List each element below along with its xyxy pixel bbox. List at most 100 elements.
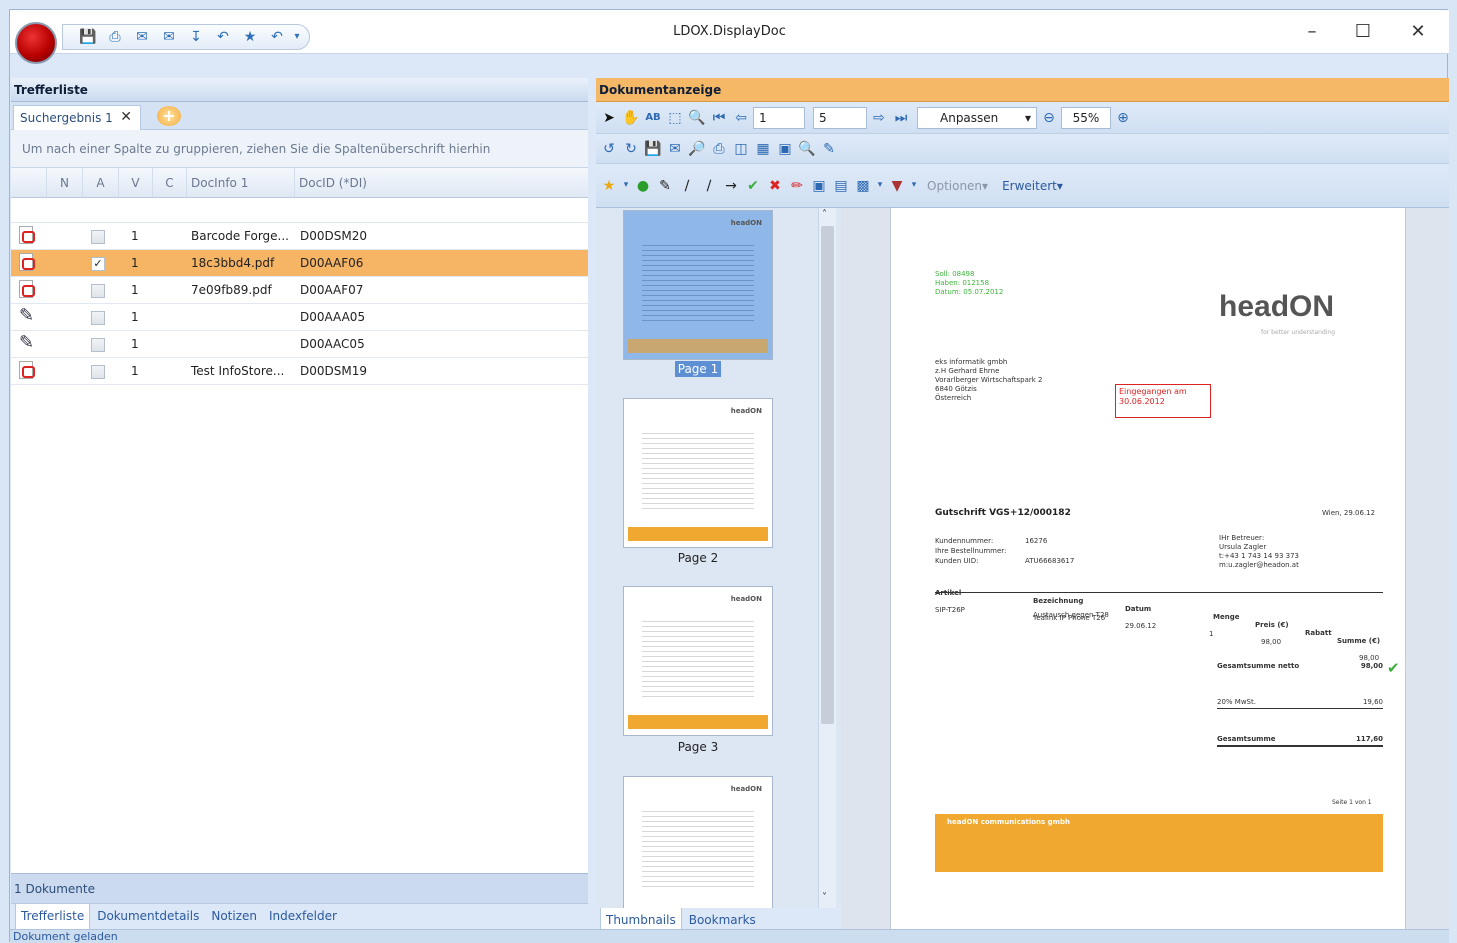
- tab-trefferliste[interactable]: Trefferliste: [15, 904, 91, 931]
- magnifier-icon[interactable]: 🔍: [687, 108, 707, 128]
- highlighter-icon[interactable]: ✏: [787, 176, 807, 196]
- last-page-icon[interactable]: ⏭: [891, 108, 911, 128]
- totals-block: Gesamtsumme netto 98,00 20% MwSt. 19,60 Ge…: [1217, 636, 1383, 771]
- close-tab-icon[interactable]: ✕: [120, 109, 132, 125]
- add-tab-button[interactable]: +: [157, 106, 181, 126]
- maximize-button[interactable]: ☐: [1340, 18, 1386, 46]
- col-c[interactable]: C: [153, 168, 187, 197]
- tab-search-result-1[interactable]: Suchergebnis 1 ✕: [13, 105, 141, 130]
- col-docid[interactable]: DocID (*DI): [295, 168, 395, 197]
- options-menu[interactable]: Optionen▾: [927, 179, 988, 193]
- company-logo: headON: [1219, 290, 1335, 323]
- table-row[interactable]: 1 Barcode Forge... D00DSM20: [11, 223, 588, 250]
- tab-notizen[interactable]: Notizen: [206, 904, 262, 931]
- result-list-header: Trefferliste: [11, 78, 588, 102]
- mail-icon[interactable]: ✉: [665, 139, 685, 159]
- col-icon[interactable]: [11, 168, 47, 197]
- table-row-selected[interactable]: ✓ 1 18c3bbd4.pdf D00AAF06: [11, 250, 588, 277]
- archive-checkbox[interactable]: [91, 365, 105, 379]
- scroll-up-icon[interactable]: ˄: [822, 209, 827, 220]
- first-page-icon[interactable]: ⏮: [709, 108, 729, 128]
- archive-checkbox[interactable]: [91, 230, 105, 244]
- star-stamp-icon[interactable]: ★: [599, 176, 619, 196]
- select-pointer-icon[interactable]: ➤: [599, 108, 619, 128]
- items-table-header: Artikel Bezeichnung Datum Menge Preis (€…: [935, 581, 1383, 645]
- next-page-icon[interactable]: ⇨: [869, 108, 889, 128]
- scroll-down-icon[interactable]: ˅: [822, 892, 827, 903]
- docid-cell: D00DSM19: [300, 364, 367, 378]
- stamp-icon[interactable]: ▼: [887, 176, 907, 196]
- zoom-area-icon[interactable]: ⬚: [665, 108, 685, 128]
- navigation-toolbar: ➤ ✋ AB ⬚ 🔍 ⏮ ⇦ 1 5 ⇨ ⏭ Anpassen ▾ ⊖ 55% ⊕: [596, 102, 1449, 134]
- layout-icon[interactable]: ▦: [753, 139, 773, 159]
- picture-stamp-icon[interactable]: ▩: [853, 176, 873, 196]
- print-icon[interactable]: ⎙: [709, 139, 729, 159]
- thumbnail-page-3[interactable]: headON: [623, 586, 773, 736]
- application-menu-button[interactable]: [15, 22, 57, 64]
- col-n[interactable]: N: [47, 168, 83, 197]
- page-icon[interactable]: ◫: [731, 139, 751, 159]
- tab-dokumentdetails[interactable]: Dokumentdetails: [92, 904, 204, 931]
- customer-meta-labels: Kundennummer: Ihre Bestellnummer: Kunden U…: [935, 537, 1007, 565]
- marker-icon[interactable]: ✎: [655, 176, 675, 196]
- zoom-out-icon[interactable]: ⊖: [1039, 108, 1059, 128]
- fullscreen-icon[interactable]: ▣: [775, 139, 795, 159]
- table-row[interactable]: ✎ 1 D00AAA05: [11, 304, 588, 331]
- search-icon[interactable]: 🔎: [687, 139, 707, 159]
- save-icon[interactable]: 💾: [643, 139, 663, 159]
- pan-hand-icon[interactable]: ✋: [621, 108, 641, 128]
- zoom-field[interactable]: 55%: [1061, 106, 1111, 129]
- cross-icon[interactable]: ✖: [765, 176, 785, 196]
- document-canvas[interactable]: Soll: 08498 Haben: 012158 Datum: 05.07.201…: [841, 208, 1449, 943]
- textbox-icon[interactable]: ▤: [831, 176, 851, 196]
- checkmark-icon[interactable]: ✔: [743, 176, 763, 196]
- thumbnail-page-2[interactable]: headON: [623, 398, 773, 548]
- table-row[interactable]: 1 7e09fb89.pdf D00AAF07: [11, 277, 588, 304]
- line-icon[interactable]: ∕: [677, 176, 697, 196]
- viewer-header: Dokumentanzeige: [596, 78, 1449, 102]
- group-by-hint[interactable]: Um nach einer Spalte zu gruppieren, zieh…: [11, 130, 588, 168]
- docid-cell: D00AAC05: [300, 337, 365, 351]
- page-number-input[interactable]: 1: [753, 106, 805, 129]
- docinfo-cell: 7e09fb89.pdf: [191, 283, 272, 297]
- result-tab-bar: Suchergebnis 1 ✕ +: [11, 102, 588, 130]
- table-row[interactable]: ✎ 1 D00AAC05: [11, 331, 588, 358]
- find-icon[interactable]: 🔍: [797, 139, 817, 159]
- arrow-icon[interactable]: →: [721, 176, 741, 196]
- prev-page-icon[interactable]: ⇦: [731, 108, 751, 128]
- zoom-in-icon[interactable]: ⊕: [1113, 108, 1133, 128]
- archive-checkbox[interactable]: ✓: [91, 257, 105, 271]
- archive-checkbox[interactable]: [91, 311, 105, 325]
- rotate-right-icon[interactable]: ↻: [621, 139, 641, 159]
- chevron-down-icon[interactable]: ▾: [621, 176, 631, 196]
- chevron-down-icon[interactable]: ▾: [909, 176, 919, 196]
- pdf-icon: [19, 280, 39, 300]
- text-select-icon[interactable]: AB: [643, 108, 663, 128]
- fit-mode-select[interactable]: Anpassen ▾: [917, 106, 1037, 129]
- advanced-menu[interactable]: Erweitert▾: [1002, 179, 1063, 193]
- fit-mode-value: Anpassen: [940, 110, 999, 125]
- document-heading: Gutschrift VGS+12/000182: [935, 508, 1071, 518]
- col-v[interactable]: V: [119, 168, 153, 197]
- chevron-down-icon[interactable]: ▾: [875, 176, 885, 196]
- minimize-button[interactable]: –: [1289, 18, 1335, 46]
- scrollbar-thumb[interactable]: [821, 226, 834, 724]
- version-cell: 1: [131, 337, 139, 351]
- table-row[interactable]: 1 Test InfoStore... D00DSM19: [11, 358, 588, 385]
- rotate-left-icon[interactable]: ↺: [599, 139, 619, 159]
- col-a[interactable]: A: [83, 168, 119, 197]
- tab-indexfelder[interactable]: Indexfelder: [264, 904, 342, 931]
- thumbnail-page-4[interactable]: headON: [623, 776, 773, 908]
- close-button[interactable]: ✕: [1395, 18, 1441, 46]
- archive-checkbox[interactable]: [91, 284, 105, 298]
- green-dot-icon[interactable]: ●: [633, 176, 653, 196]
- col-docinfo[interactable]: DocInfo 1: [187, 168, 295, 197]
- archive-checkbox[interactable]: [91, 338, 105, 352]
- thumbnail-page-1[interactable]: headON: [623, 210, 773, 360]
- thumbnail-scrollbar[interactable]: ˄ ˅: [818, 208, 836, 908]
- edit-icon[interactable]: ✎: [819, 139, 839, 159]
- filter-row[interactable]: [11, 198, 588, 223]
- image-icon[interactable]: ▣: [809, 176, 829, 196]
- thumbnail-panel: headON Page 1 headON Page 2 headON Page …: [596, 208, 841, 908]
- thin-line-icon[interactable]: ∕: [699, 176, 719, 196]
